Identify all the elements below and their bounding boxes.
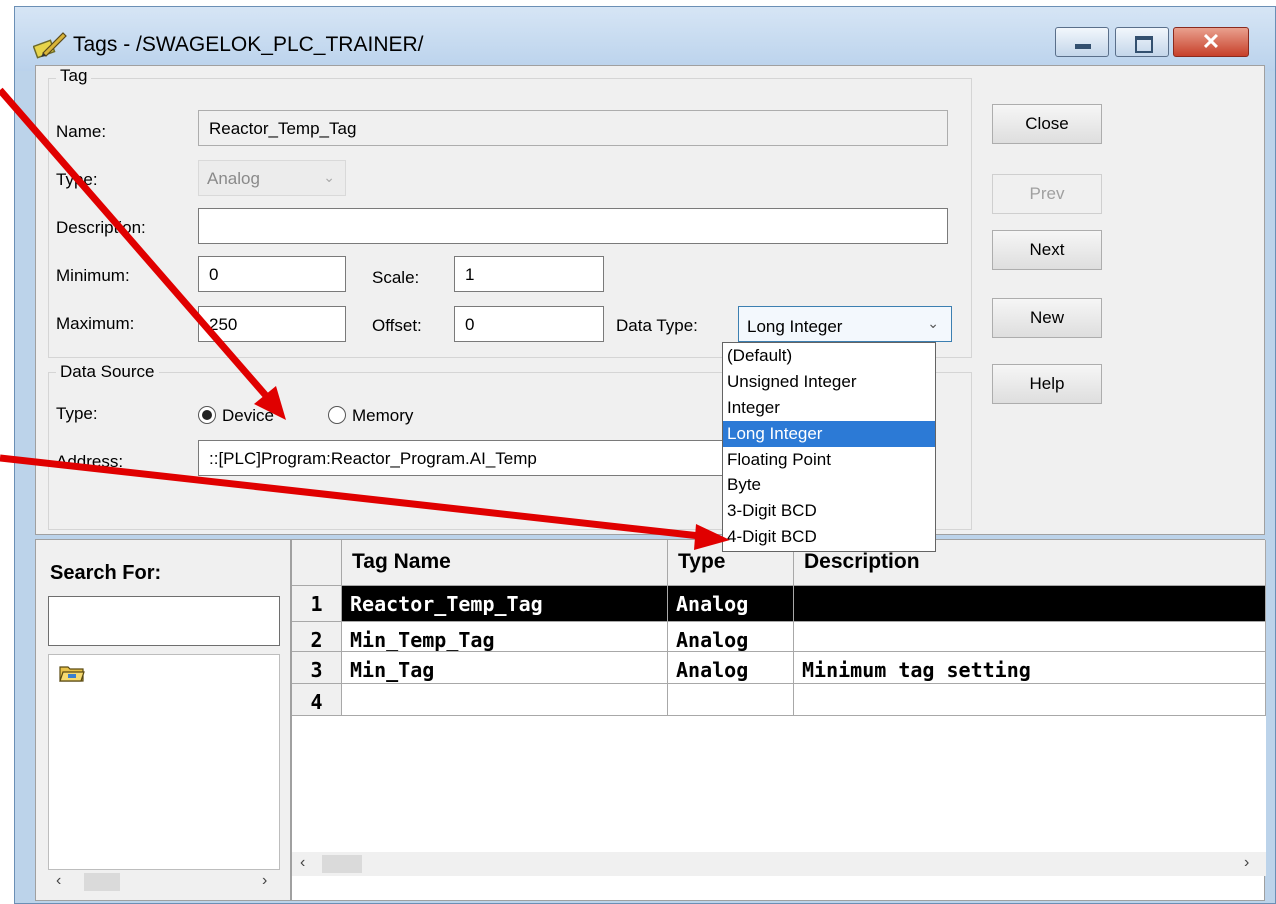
dropdown-option[interactable]: 4-Digit BCD [723,524,935,550]
dropdown-option[interactable]: Unsigned Integer [723,369,935,395]
radio-device-label[interactable]: Device [222,406,274,426]
row-number[interactable]: 2 [292,622,342,652]
cell-description[interactable] [794,586,1266,622]
tag-group-label: Tag [56,66,92,86]
tree-horizontal-scrollbar[interactable]: ‹ › [48,870,280,894]
data-type-label: Data Type: [616,316,698,335]
row-number[interactable]: 3 [292,652,342,684]
maximum-field[interactable]: 250 [198,306,346,342]
dropdown-option[interactable]: (Default) [723,343,935,369]
maximum-label: Maximum: [56,314,135,333]
scroll-thumb[interactable] [84,873,120,891]
tag-pencil-icon [33,32,67,59]
tag-grid: Tag Name Type Description 1 Reactor_Temp… [292,540,1266,876]
tag-list-section: Search For: ‹ › Tag Name Type Descriptio… [35,539,1266,901]
cell-type[interactable]: Analog [668,586,794,622]
cell-description[interactable] [794,622,1266,652]
scroll-right-icon[interactable]: › [262,872,267,890]
tags-window: Tags - /SWAGELOK_PLC_TRAINER/ ✕ Tag Name… [14,6,1276,904]
search-pane: Search For: ‹ › [36,540,292,900]
search-input[interactable] [48,596,280,646]
radio-device[interactable] [198,406,216,424]
cell-tag-name[interactable]: Min_Temp_Tag [342,622,668,652]
dropdown-option[interactable]: Byte [723,472,935,498]
address-label: Address: [56,452,124,471]
cell-description[interactable] [794,684,1266,716]
cell-type[interactable]: Analog [668,622,794,652]
cell-type[interactable] [668,684,794,716]
window-title: Tags - /SWAGELOK_PLC_TRAINER/ [73,33,424,56]
new-button[interactable]: New [992,298,1102,338]
row-number[interactable]: 4 [292,684,342,716]
cell-description[interactable]: Minimum tag setting [794,652,1266,684]
minimum-label: Minimum: [56,266,130,285]
search-label: Search For: [50,562,162,584]
data-type-dropdown-list[interactable]: (Default) Unsigned Integer Integer Long … [722,342,936,552]
close-button[interactable]: Close [992,104,1102,144]
folder-icon[interactable] [59,663,85,683]
dropdown-option-selected[interactable]: Long Integer [723,420,935,447]
description-label: Description: [56,218,146,237]
data-source-group-label: Data Source [56,362,159,382]
tag-editor-panel: Tag Name: Reactor_Temp_Tag Type: Analog … [35,65,1265,535]
folder-tree[interactable] [48,654,280,870]
radio-memory-label[interactable]: Memory [352,406,413,426]
type-label: Type: [56,170,98,189]
scroll-right-icon[interactable]: › [1244,854,1249,872]
description-field[interactable] [198,208,948,244]
dropdown-option[interactable]: 3-Digit BCD [723,498,935,524]
dropdown-option[interactable]: Floating Point [723,447,935,473]
source-type-label: Type: [56,404,98,423]
minimize-icon [1075,44,1091,49]
grid-corner [292,540,342,586]
grid-horizontal-scrollbar[interactable]: ‹ › [292,852,1266,876]
chevron-down-icon: ⌄ [323,169,335,185]
cell-tag-name[interactable]: Reactor_Temp_Tag [342,586,668,622]
minimize-button[interactable] [1055,27,1109,57]
type-select-value: Analog [207,169,260,188]
offset-label: Offset: [372,316,422,335]
maximize-icon [1135,36,1153,53]
close-icon: ✕ [1201,29,1221,54]
scale-field[interactable]: 1 [454,256,604,292]
data-type-select-value: Long Integer [747,317,843,336]
name-label: Name: [56,122,107,141]
type-select[interactable]: Analog ⌄ [198,160,346,196]
scroll-left-icon[interactable]: ‹ [300,854,305,872]
maximize-button[interactable] [1115,27,1169,57]
cell-type[interactable]: Analog [668,652,794,684]
help-button[interactable]: Help [992,364,1102,404]
chevron-down-icon: ⌄ [927,315,939,331]
address-field[interactable]: ::[PLC]Program:Reactor_Program.AI_Temp [198,440,738,476]
title-bar[interactable]: Tags - /SWAGELOK_PLC_TRAINER/ ✕ [15,7,1275,71]
data-type-select[interactable]: Long Integer ⌄ [738,306,952,342]
next-button[interactable]: Next [992,230,1102,270]
scroll-left-icon[interactable]: ‹ [56,872,61,890]
column-header-tag-name[interactable]: Tag Name [342,540,668,586]
minimum-field[interactable]: 0 [198,256,346,292]
offset-field[interactable]: 0 [454,306,604,342]
scroll-thumb[interactable] [322,855,362,873]
window-close-button[interactable]: ✕ [1173,27,1249,57]
dropdown-option[interactable]: Integer [723,395,935,421]
scale-label: Scale: [372,268,420,287]
cell-tag-name[interactable] [342,684,668,716]
row-number[interactable]: 1 [292,586,342,622]
cell-tag-name[interactable]: Min_Tag [342,652,668,684]
name-field[interactable]: Reactor_Temp_Tag [198,110,948,146]
prev-button[interactable]: Prev [992,174,1102,214]
radio-memory[interactable] [328,406,346,424]
